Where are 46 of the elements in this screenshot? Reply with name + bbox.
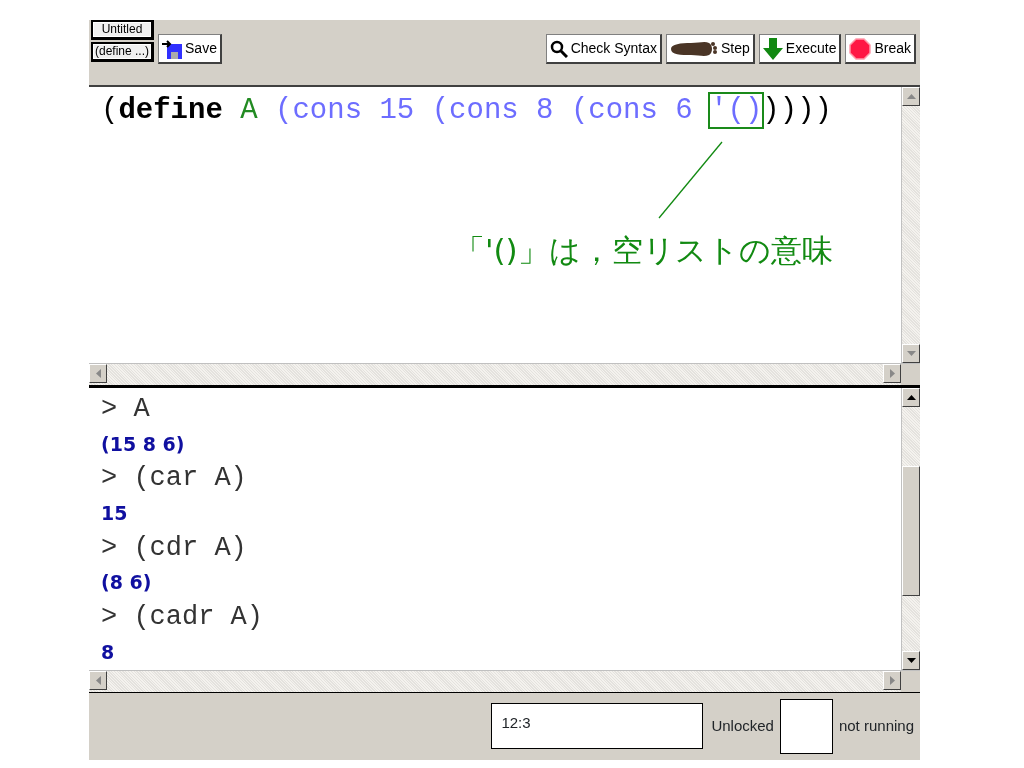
left-arrow-icon [95, 369, 101, 378]
scroll-up-button[interactable] [902, 388, 920, 407]
save-button[interactable]: Save [158, 34, 222, 64]
down-arrow-icon [906, 657, 916, 663]
execute-button[interactable]: Execute [758, 34, 842, 64]
status-box [779, 698, 833, 754]
right-arrow-icon [889, 675, 895, 685]
input-line: > (car A) [100, 462, 248, 496]
up-arrow-icon [906, 94, 916, 99]
annotation-text: 「'()」は，空リストの意味 [454, 231, 833, 270]
scroll-right-button[interactable] [883, 364, 901, 383]
tab[interactable]: Untitled [91, 20, 155, 40]
scroll-down-button[interactable] [902, 344, 920, 363]
input-line: > A [100, 393, 151, 426]
lock-status: Unlocked [711, 716, 774, 736]
check-button[interactable]: Check Syntax [545, 34, 662, 64]
output-line: 8 [100, 639, 116, 665]
tab[interactable]: (define ...) [91, 42, 155, 62]
position-field: 12:3 [491, 703, 704, 750]
horizontal-scrollbar[interactable] [89, 669, 901, 692]
down-arrow-icon [906, 351, 916, 356]
vertical-scrollbar[interactable] [901, 87, 920, 363]
scrollbar-thumb[interactable] [902, 465, 920, 596]
input-line: > (cdr A) [100, 531, 248, 565]
search-icon [549, 39, 568, 58]
scroll-down-button[interactable] [902, 650, 920, 670]
scroll-right-button[interactable] [883, 670, 901, 690]
right-arrow-icon [889, 369, 895, 378]
horizontal-scrollbar[interactable] [89, 363, 901, 385]
left-arrow-icon [95, 675, 101, 685]
scrollbar-corner [901, 363, 920, 385]
break-button[interactable]: Break [845, 34, 916, 64]
down-arrow-icon [762, 37, 783, 60]
run-status: not running [838, 716, 914, 736]
step-button[interactable]: Step [666, 34, 755, 64]
stop-sign-icon [849, 37, 872, 60]
output-line: 15 [100, 501, 129, 527]
scroll-left-button[interactable] [89, 670, 107, 690]
vertical-scrollbar[interactable] [901, 388, 920, 670]
output-line: (15 8 6) [100, 431, 186, 457]
floppy-disk-icon [162, 38, 183, 59]
up-arrow-icon [906, 395, 916, 400]
scroll-left-button[interactable] [89, 364, 107, 383]
output-line: (8 6) [100, 570, 153, 596]
scroll-up-button[interactable] [902, 87, 920, 106]
input-line: > (cadr A) [100, 601, 265, 635]
